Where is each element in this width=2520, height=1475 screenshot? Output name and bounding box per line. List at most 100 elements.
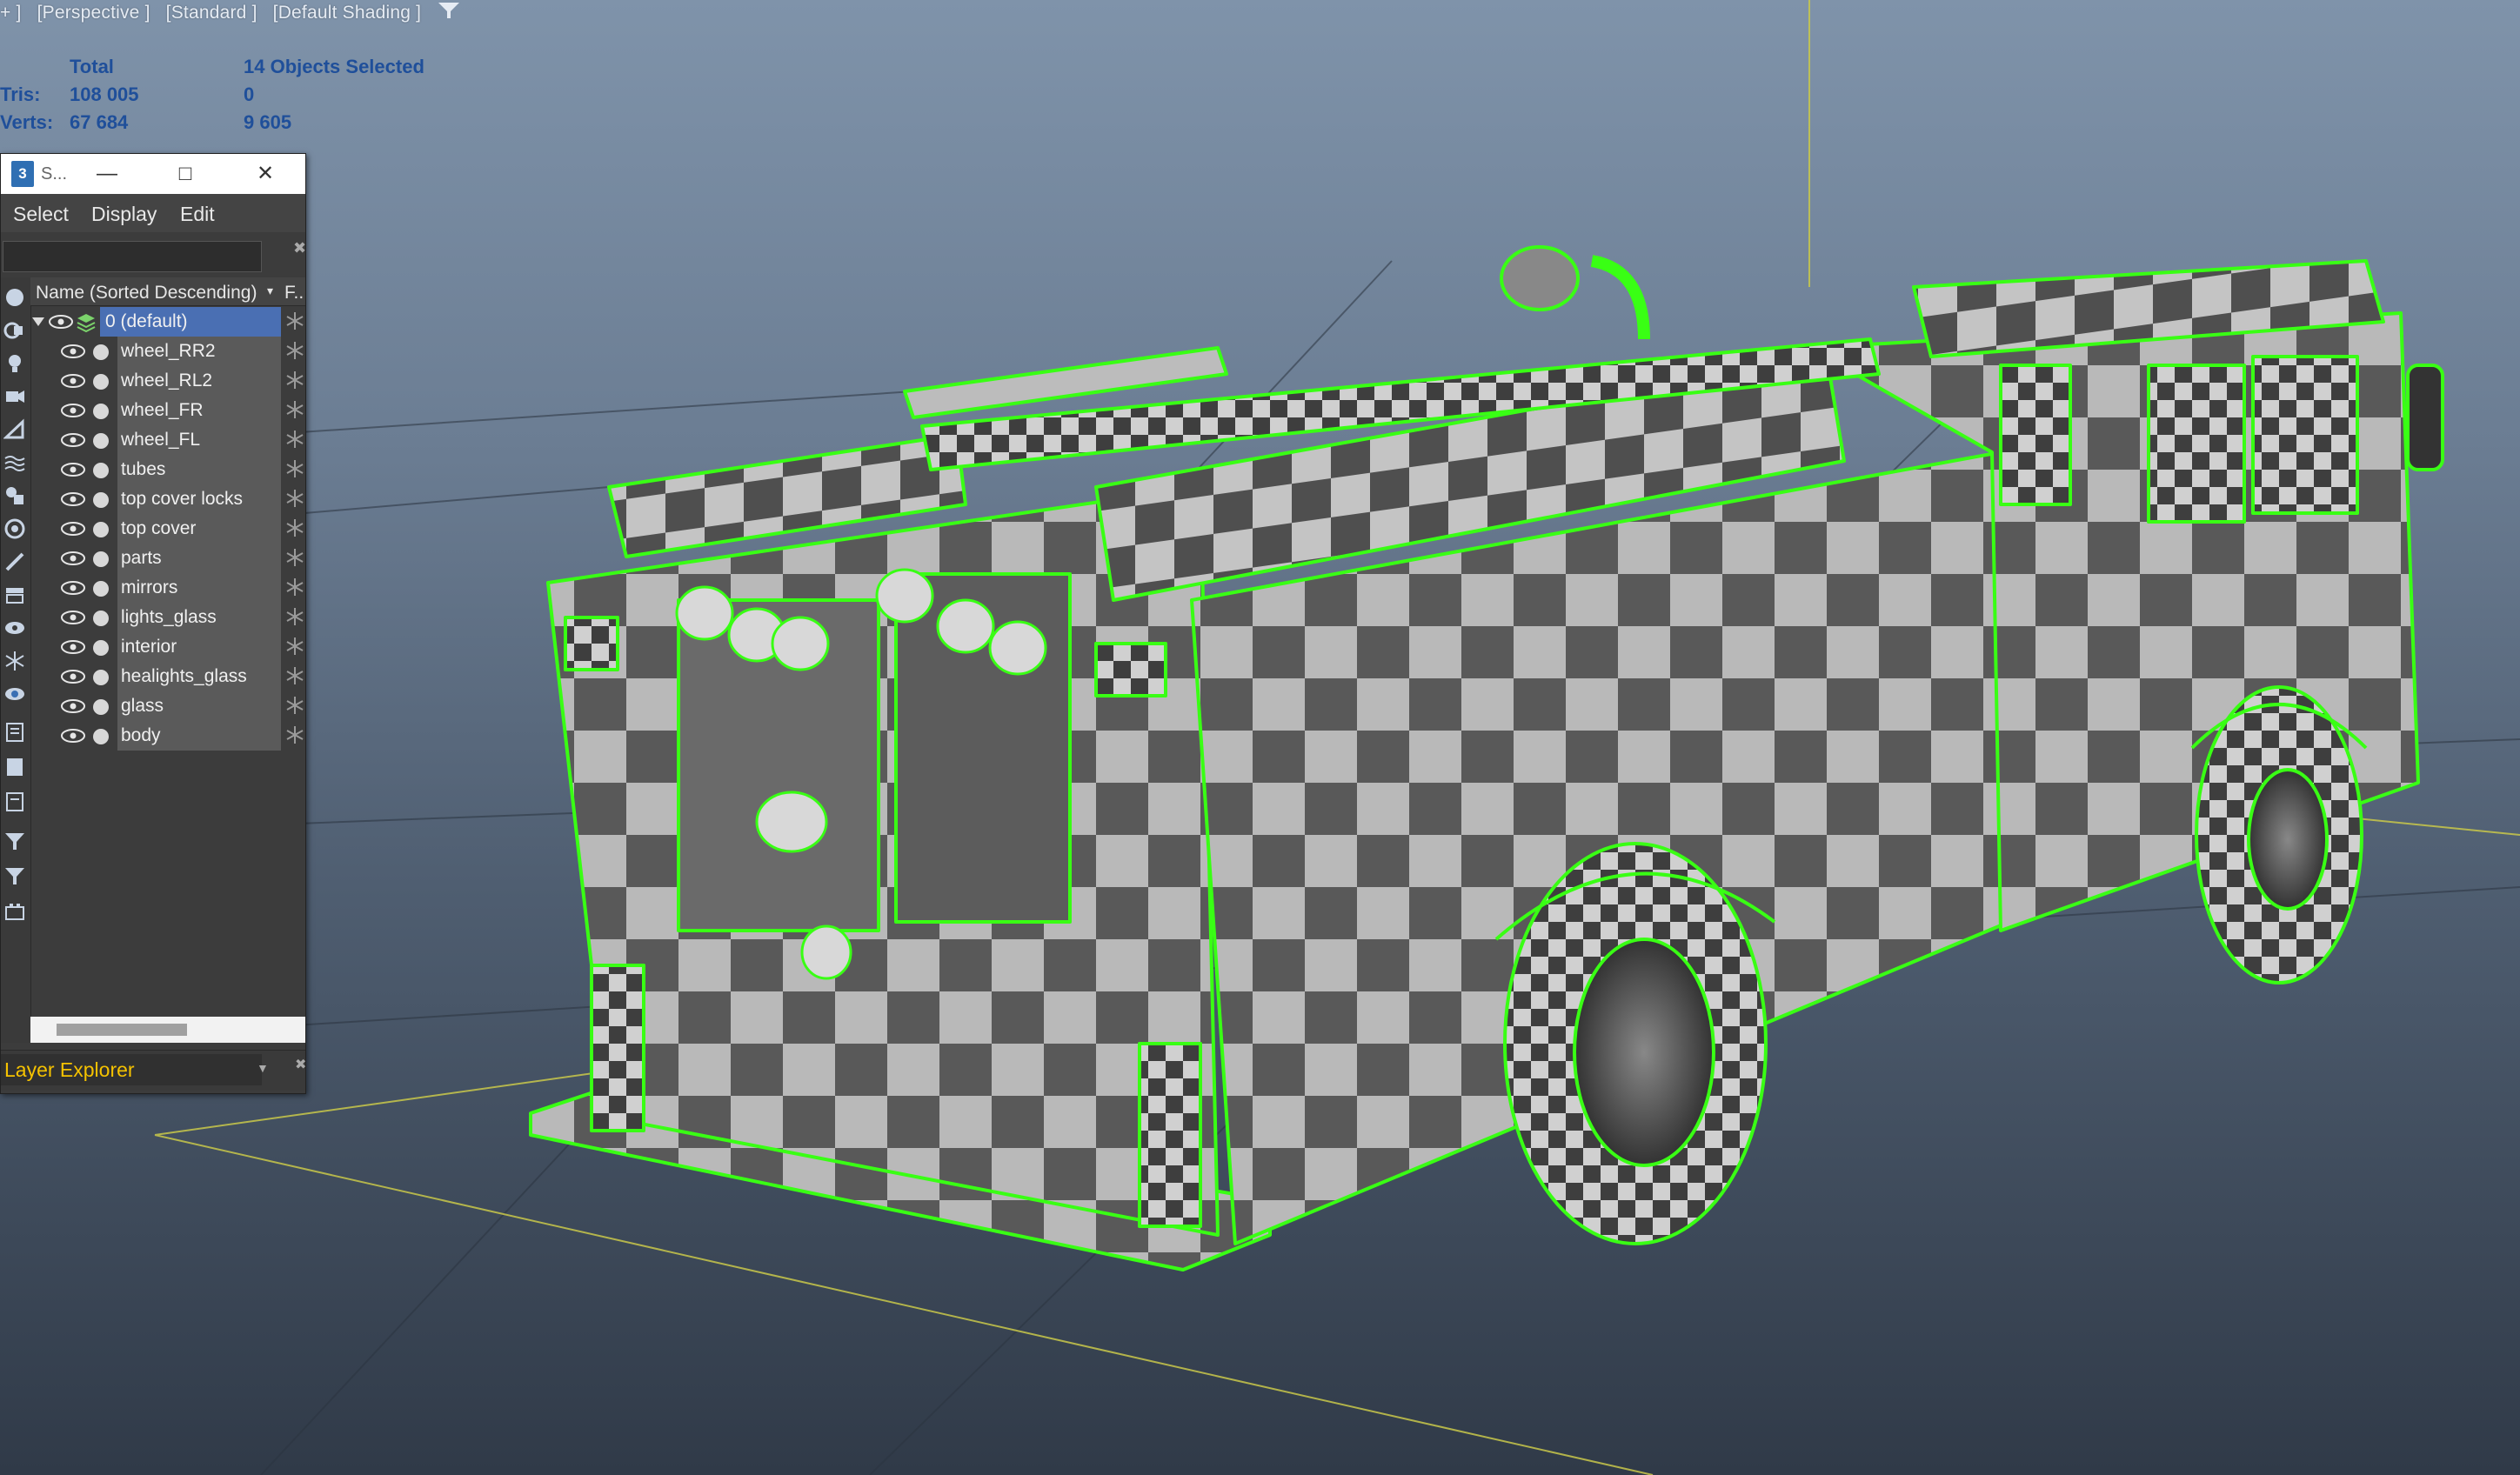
visibility-eye-icon[interactable] [60, 551, 86, 566]
object-render-dot-icon[interactable] [93, 670, 109, 685]
visibility-eye-icon[interactable] [60, 698, 86, 714]
object-row[interactable]: lights_glass [30, 603, 305, 632]
viewport-header[interactable]: + ] [Perspective ] [Standard ] [Default … [0, 0, 471, 26]
viewport-label-camera[interactable]: [Perspective ] [37, 3, 150, 23]
object-render-dot-icon[interactable] [93, 463, 109, 478]
object-render-dot-icon[interactable] [93, 344, 109, 360]
notes-icon[interactable] [3, 791, 26, 813]
dropdown-arrow-icon[interactable]: ▼ [257, 1061, 269, 1075]
visibility-eye-icon[interactable] [60, 728, 86, 744]
column-header-name[interactable]: Name (Sorted Descending) [36, 283, 257, 304]
filter-clear-icon[interactable] [3, 831, 26, 853]
freeze-snowflake-icon[interactable] [284, 340, 305, 361]
menu-display[interactable]: Display [91, 203, 157, 226]
object-row[interactable]: wheel_FR [30, 396, 305, 425]
bone-filter-icon[interactable] [3, 551, 26, 573]
freeze-snowflake-icon[interactable] [284, 488, 305, 509]
visibility-eye-icon[interactable] [60, 432, 86, 448]
hidden-toggle-icon[interactable] [3, 617, 26, 639]
menu-edit[interactable]: Edit [180, 203, 215, 226]
object-row[interactable]: body [30, 721, 305, 751]
object-render-dot-icon[interactable] [93, 611, 109, 626]
container-toggle-icon[interactable] [3, 900, 26, 923]
freeze-snowflake-icon[interactable] [284, 636, 305, 657]
object-row[interactable]: wheel_RL2 [30, 366, 305, 396]
column-header[interactable]: Name (Sorted Descending) ▾ F.. [30, 277, 305, 306]
viewport-label-plus[interactable]: + ] [0, 3, 22, 23]
freeze-snowflake-icon[interactable] [284, 606, 305, 627]
visibility-eye-icon[interactable] [60, 580, 86, 596]
freeze-snowflake-icon[interactable] [284, 695, 305, 716]
camera-filter-icon[interactable] [3, 385, 26, 408]
object-row[interactable]: wheel_RR2 [30, 337, 305, 366]
freeze-snowflake-icon[interactable] [284, 724, 305, 745]
visibility-eye-icon[interactable] [60, 491, 86, 507]
object-render-dot-icon[interactable] [93, 581, 109, 597]
freeze-snowflake-icon[interactable] [284, 310, 305, 331]
close-icon[interactable]: ✕ [239, 154, 291, 194]
object-render-dot-icon[interactable] [93, 551, 109, 567]
horizontal-scrollbar[interactable] [30, 1017, 305, 1043]
freeze-snowflake-icon[interactable] [284, 547, 305, 568]
visibility-eye-icon[interactable] [60, 462, 86, 477]
maximize-icon[interactable]: □ [159, 154, 211, 194]
container-filter-icon[interactable] [3, 584, 26, 606]
object-row[interactable]: interior [30, 632, 305, 662]
display-toggle-icon[interactable] [3, 683, 26, 705]
visibility-eye-icon[interactable] [48, 314, 74, 330]
menu-select[interactable]: Select [13, 203, 69, 226]
scrollbar-thumb[interactable] [57, 1024, 187, 1036]
visibility-eye-icon[interactable] [60, 639, 86, 655]
object-render-dot-icon[interactable] [93, 699, 109, 715]
visibility-eye-icon[interactable] [60, 344, 86, 359]
viewport-label-shading[interactable]: [Default Shading ] [273, 3, 422, 23]
panel-close-icon[interactable]: ✖ [295, 1056, 306, 1073]
freeze-snowflake-icon[interactable] [284, 399, 305, 420]
visibility-eye-icon[interactable] [60, 669, 86, 684]
frozen-toggle-icon[interactable] [3, 650, 26, 672]
freeze-snowflake-icon[interactable] [284, 577, 305, 597]
helper-filter-icon[interactable] [3, 418, 26, 441]
collapse-arrow-icon[interactable] [30, 314, 46, 330]
object-row[interactable]: healights_glass [30, 662, 305, 691]
group-filter-icon[interactable] [3, 484, 26, 507]
object-render-dot-icon[interactable] [93, 640, 109, 656]
object-row[interactable]: parts [30, 544, 305, 573]
layer-row-default[interactable]: 0 (default) [30, 307, 305, 337]
scene-explorer-panel[interactable]: 3 S... — □ ✕ Select Display Edit ✖ Name … [0, 153, 306, 1094]
visibility-eye-icon[interactable] [60, 403, 86, 418]
xref-filter-icon[interactable] [3, 517, 26, 540]
freeze-snowflake-icon[interactable] [284, 458, 305, 479]
visibility-eye-icon[interactable] [60, 610, 86, 625]
object-row[interactable]: mirrors [30, 573, 305, 603]
object-row[interactable]: tubes [30, 455, 305, 484]
viewport-label-display[interactable]: [Standard ] [166, 3, 257, 23]
object-render-dot-icon[interactable] [93, 374, 109, 390]
list-view-icon[interactable] [3, 721, 26, 744]
freeze-snowflake-icon[interactable] [284, 370, 305, 390]
freeze-snowflake-icon[interactable] [284, 517, 305, 538]
filter-icon[interactable] [3, 865, 26, 888]
object-render-dot-icon[interactable] [93, 433, 109, 449]
funnel-icon[interactable] [437, 0, 461, 26]
object-render-dot-icon[interactable] [93, 492, 109, 508]
spacewarp-filter-icon[interactable] [3, 451, 26, 474]
panel-titlebar[interactable]: 3 S... — □ ✕ [1, 154, 305, 194]
minimize-icon[interactable]: — [81, 154, 133, 194]
viewport-scene[interactable] [0, 0, 2520, 1475]
object-render-dot-icon[interactable] [93, 522, 109, 537]
object-row[interactable]: top cover [30, 514, 305, 544]
explorer-mode-select[interactable]: Layer Explorer [1, 1054, 262, 1085]
3d-viewport[interactable]: + ] [Perspective ] [Standard ] [Default … [0, 0, 2520, 1475]
visibility-eye-icon[interactable] [60, 373, 86, 389]
object-row[interactable]: top cover locks [30, 484, 305, 514]
blank-page-icon[interactable] [3, 756, 26, 778]
column-header-frozen[interactable]: F.. [284, 283, 304, 304]
object-row[interactable]: glass [30, 691, 305, 721]
shape-filter-icon[interactable] [3, 319, 26, 342]
geometry-filter-icon[interactable] [3, 286, 26, 309]
freeze-snowflake-icon[interactable] [284, 665, 305, 686]
clear-search-icon[interactable]: ✖ [293, 239, 306, 257]
freeze-snowflake-icon[interactable] [284, 429, 305, 450]
light-filter-icon[interactable] [3, 352, 26, 375]
